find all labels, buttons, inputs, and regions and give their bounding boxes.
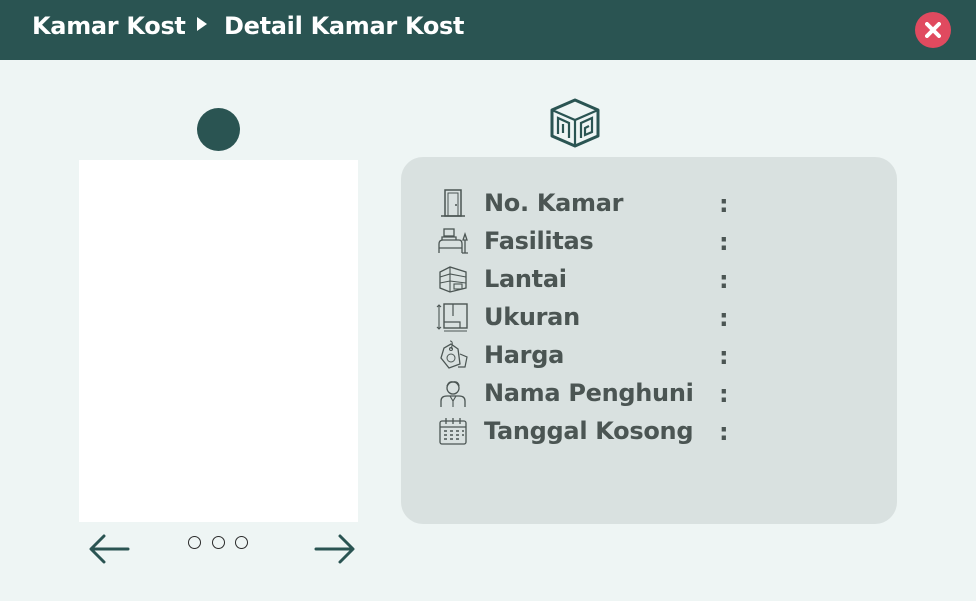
detail-label: No. Kamar xyxy=(484,189,624,217)
breadcrumb-detail-kamar-kost: Detail Kamar Kost xyxy=(224,12,465,40)
building-floor-icon xyxy=(439,266,467,293)
detail-row-ukuran: Ukuran : xyxy=(401,298,897,336)
top-bar: Kamar Kost Detail Kamar Kost xyxy=(0,0,976,60)
detail-row-lantai: Lantai : xyxy=(401,260,897,298)
detail-separator: : xyxy=(719,418,729,446)
gallery-page-dot-2[interactable] xyxy=(212,536,225,549)
detail-row-nama-penghuni: Nama Penghuni : xyxy=(401,374,897,412)
detail-separator: : xyxy=(719,304,729,332)
detail-separator: : xyxy=(719,266,729,294)
breadcrumb-kamar-kost[interactable]: Kamar Kost xyxy=(32,0,186,52)
gallery-page-dot-3[interactable] xyxy=(235,536,248,549)
detail-label: Harga xyxy=(484,341,564,369)
detail-row-tanggal-kosong: Tanggal Kosong : xyxy=(401,412,897,450)
detail-label: Lantai xyxy=(484,265,567,293)
detail-label: Ukuran xyxy=(484,303,580,331)
detail-row-harga: Harga : xyxy=(401,336,897,374)
gallery-page-dot-1[interactable] xyxy=(188,536,201,549)
detail-label: Fasilitas xyxy=(484,227,594,255)
bedroom-icon xyxy=(438,228,468,254)
detail-separator: : xyxy=(719,380,729,408)
room-photo xyxy=(79,160,358,522)
close-button[interactable] xyxy=(915,12,951,48)
price-tag-icon xyxy=(440,340,468,369)
room-size-icon xyxy=(436,303,468,332)
tenant-icon xyxy=(440,381,466,407)
room-detail-card: No. Kamar : Fasilitas : Lantai : Ukuran … xyxy=(401,157,897,524)
detail-row-no-kamar: No. Kamar : xyxy=(401,184,897,222)
close-icon xyxy=(925,22,941,38)
brand-logo-icon xyxy=(550,98,600,148)
gallery-indicator-dot xyxy=(197,108,240,151)
door-icon xyxy=(441,189,465,217)
detail-label: Nama Penghuni xyxy=(484,379,694,407)
previous-arrow-icon[interactable] xyxy=(88,532,130,566)
calendar-icon xyxy=(439,418,467,445)
next-arrow-icon[interactable] xyxy=(314,532,356,566)
detail-label: Tanggal Kosong xyxy=(484,417,694,445)
detail-row-fasilitas: Fasilitas : xyxy=(401,222,897,260)
detail-separator: : xyxy=(719,228,729,256)
breadcrumb-separator-icon xyxy=(197,17,207,31)
detail-separator: : xyxy=(719,190,729,218)
detail-separator: : xyxy=(719,342,729,370)
